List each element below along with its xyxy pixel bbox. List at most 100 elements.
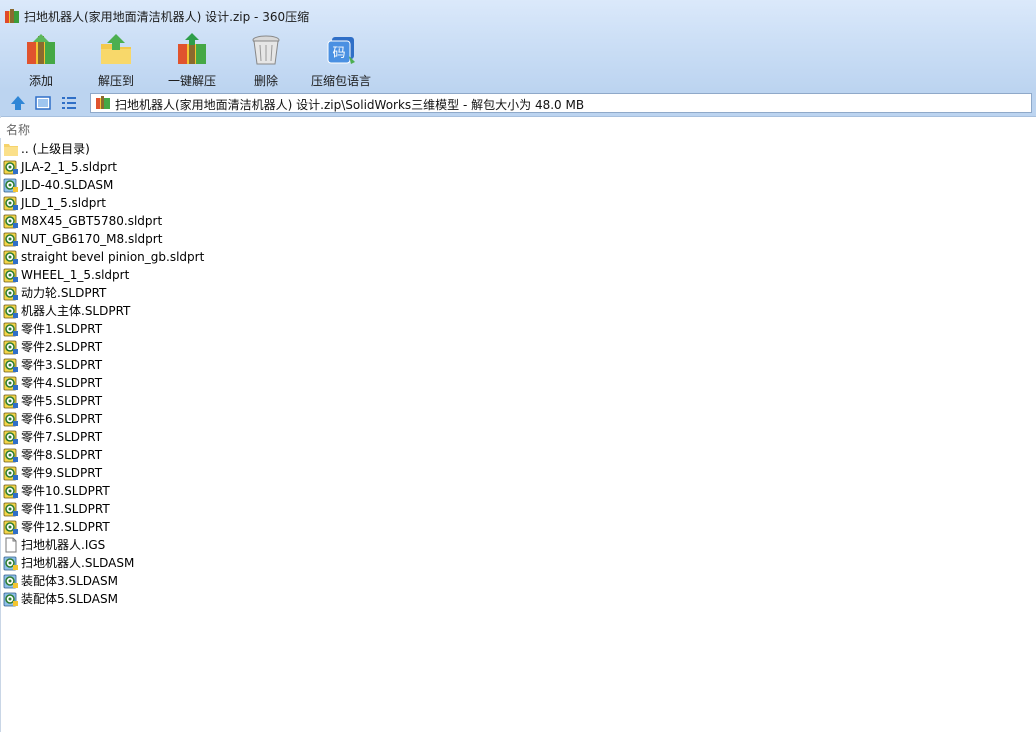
path-input[interactable]: 扫地机器人(家用地面清洁机器人) 设计.zip\SolidWorks三维模型 -… xyxy=(90,93,1032,113)
file-name: 装配体5.SLDASM xyxy=(21,592,118,606)
toolbar: 添加 解压到 一键解压 删除 码 压缩包语言 xyxy=(0,32,1036,90)
file-row[interactable]: 零件1.SLDPRT xyxy=(0,320,1036,338)
extract-to-label: 解压到 xyxy=(97,74,134,88)
file-name: 扫地机器人.SLDASM xyxy=(21,556,135,570)
file-name: JLA-2_1_5.sldprt xyxy=(21,160,117,174)
add-label: 添加 xyxy=(28,74,53,88)
file-list: .. (上级目录) JLA-2_1_5.sldprt JLD-40.SLDASM JL… xyxy=(0,140,1036,732)
file-row[interactable]: 扫地机器人.IGS xyxy=(0,536,1036,554)
file-row[interactable]: 零件6.SLDPRT xyxy=(0,410,1036,428)
archive-language-icon-text: 码 xyxy=(332,46,345,61)
archive-file-icon xyxy=(96,96,110,109)
title-bar: 扫地机器人(家用地面清洁机器人) 设计.zip - 360压缩 xyxy=(0,0,1036,32)
solidworks-assembly-icon xyxy=(3,556,18,571)
file-name: 零件1.SLDPRT xyxy=(21,322,103,336)
solidworks-part-icon xyxy=(3,196,18,211)
solidworks-assembly-icon xyxy=(3,178,18,193)
file-row[interactable]: 零件10.SLDPRT xyxy=(0,482,1036,500)
list-view-icon[interactable] xyxy=(61,95,77,111)
file-row[interactable]: 零件9.SLDPRT xyxy=(0,464,1036,482)
file-name: 零件4.SLDPRT xyxy=(21,376,103,390)
solidworks-part-icon xyxy=(3,322,18,337)
file-row[interactable]: 零件7.SLDPRT xyxy=(0,428,1036,446)
solidworks-part-icon xyxy=(3,214,18,229)
window-title: 扫地机器人(家用地面清洁机器人) 设计.zip - 360压缩 xyxy=(24,10,310,24)
add-archive-icon xyxy=(27,34,55,64)
column-name-header[interactable]: 名称 xyxy=(6,121,30,138)
solidworks-part-icon xyxy=(3,286,18,301)
file-row[interactable]: 装配体5.SLDASM xyxy=(0,590,1036,608)
extract-to-icon xyxy=(101,34,131,64)
file-row[interactable]: 装配体3.SLDASM xyxy=(0,572,1036,590)
file-row[interactable]: 零件2.SLDPRT xyxy=(0,338,1036,356)
file-row[interactable]: 零件4.SLDPRT xyxy=(0,374,1036,392)
delete-button[interactable]: 删除 xyxy=(246,32,286,90)
extract-to-button[interactable]: 解压到 xyxy=(92,32,140,90)
file-row[interactable]: 零件12.SLDPRT xyxy=(0,518,1036,536)
file-row[interactable]: straight bevel pinion_gb.sldprt xyxy=(0,248,1036,266)
file-row[interactable]: NUT_GB6170_M8.sldprt xyxy=(0,230,1036,248)
one-click-extract-button[interactable]: 一键解压 xyxy=(164,32,220,90)
parent-directory-row[interactable]: .. (上级目录) xyxy=(0,140,1036,158)
add-button[interactable]: 添加 xyxy=(18,32,64,90)
solidworks-part-icon xyxy=(3,448,18,463)
one-click-extract-icon xyxy=(178,33,206,64)
file-row[interactable]: 机器人主体.SLDPRT xyxy=(0,302,1036,320)
solidworks-assembly-icon xyxy=(3,592,18,607)
file-name: 零件10.SLDPRT xyxy=(21,484,110,498)
file-name: 零件3.SLDPRT xyxy=(21,358,103,372)
file-row[interactable]: 动力轮.SLDPRT xyxy=(0,284,1036,302)
folder-icon xyxy=(4,144,18,156)
solidworks-part-icon xyxy=(3,430,18,445)
file-row[interactable]: 零件5.SLDPRT xyxy=(0,392,1036,410)
file-row[interactable]: M8X45_GBT5780.sldprt xyxy=(0,212,1036,230)
archive-language-label: 压缩包语言 xyxy=(310,74,371,88)
delete-trash-icon xyxy=(252,35,280,65)
archive-language-button[interactable]: 码 压缩包语言 xyxy=(308,32,374,90)
solidworks-part-icon xyxy=(3,466,18,481)
list-header: 名称 xyxy=(0,118,1036,138)
file-name: M8X45_GBT5780.sldprt xyxy=(21,214,163,228)
solidworks-part-icon xyxy=(3,412,18,427)
file-name: 机器人主体.SLDPRT xyxy=(21,304,131,318)
file-name: NUT_GB6170_M8.sldprt xyxy=(21,232,163,246)
address-bar: 扫地机器人(家用地面清洁机器人) 设计.zip\SolidWorks三维模型 -… xyxy=(0,90,1036,117)
solidworks-part-icon xyxy=(3,268,18,283)
file-row[interactable]: JLD-40.SLDASM xyxy=(0,176,1036,194)
archive-language-icon: 码 xyxy=(327,37,355,64)
file-name: JLD-40.SLDASM xyxy=(21,178,114,192)
file-name: 零件7.SLDPRT xyxy=(21,430,103,444)
solidworks-part-icon xyxy=(3,160,18,175)
file-row[interactable]: 扫地机器人.SLDASM xyxy=(0,554,1036,572)
solidworks-part-icon xyxy=(3,394,18,409)
file-name: 零件9.SLDPRT xyxy=(21,466,103,480)
file-name: 装配体3.SLDASM xyxy=(21,574,118,588)
file-name: 零件5.SLDPRT xyxy=(21,394,103,408)
file-row[interactable]: JLA-2_1_5.sldprt xyxy=(0,158,1036,176)
up-level-icon[interactable] xyxy=(10,95,26,111)
file-row[interactable]: 零件3.SLDPRT xyxy=(0,356,1036,374)
file-row[interactable]: 零件8.SLDPRT xyxy=(0,446,1036,464)
solidworks-part-icon xyxy=(3,232,18,247)
file-name: WHEEL_1_5.sldprt xyxy=(21,268,130,282)
solidworks-part-icon xyxy=(3,520,18,535)
app-window: 扫地机器人(家用地面清洁机器人) 设计.zip - 360压缩 添加 解压到 一… xyxy=(0,0,1036,732)
solidworks-part-icon xyxy=(3,340,18,355)
file-name: JLD_1_5.sldprt xyxy=(21,196,107,210)
file-row[interactable]: WHEEL_1_5.sldprt xyxy=(0,266,1036,284)
solidworks-part-icon xyxy=(3,484,18,499)
file-name: 零件8.SLDPRT xyxy=(21,448,103,462)
file-row[interactable]: JLD_1_5.sldprt xyxy=(0,194,1036,212)
solidworks-part-icon xyxy=(3,376,18,391)
delete-label: 删除 xyxy=(253,74,278,88)
solidworks-assembly-icon xyxy=(3,574,18,589)
file-name: 零件2.SLDPRT xyxy=(21,340,103,354)
file-name: 动力轮.SLDPRT xyxy=(21,286,107,300)
file-row[interactable]: 零件11.SLDPRT xyxy=(0,500,1036,518)
file-name: 扫地机器人.IGS xyxy=(21,538,106,552)
archive-app-icon xyxy=(5,9,19,23)
thumbnail-view-icon[interactable] xyxy=(35,95,51,111)
path-text: 扫地机器人(家用地面清洁机器人) 设计.zip\SolidWorks三维模型 -… xyxy=(115,98,585,112)
solidworks-part-icon xyxy=(3,502,18,517)
generic-file-icon xyxy=(5,537,17,553)
